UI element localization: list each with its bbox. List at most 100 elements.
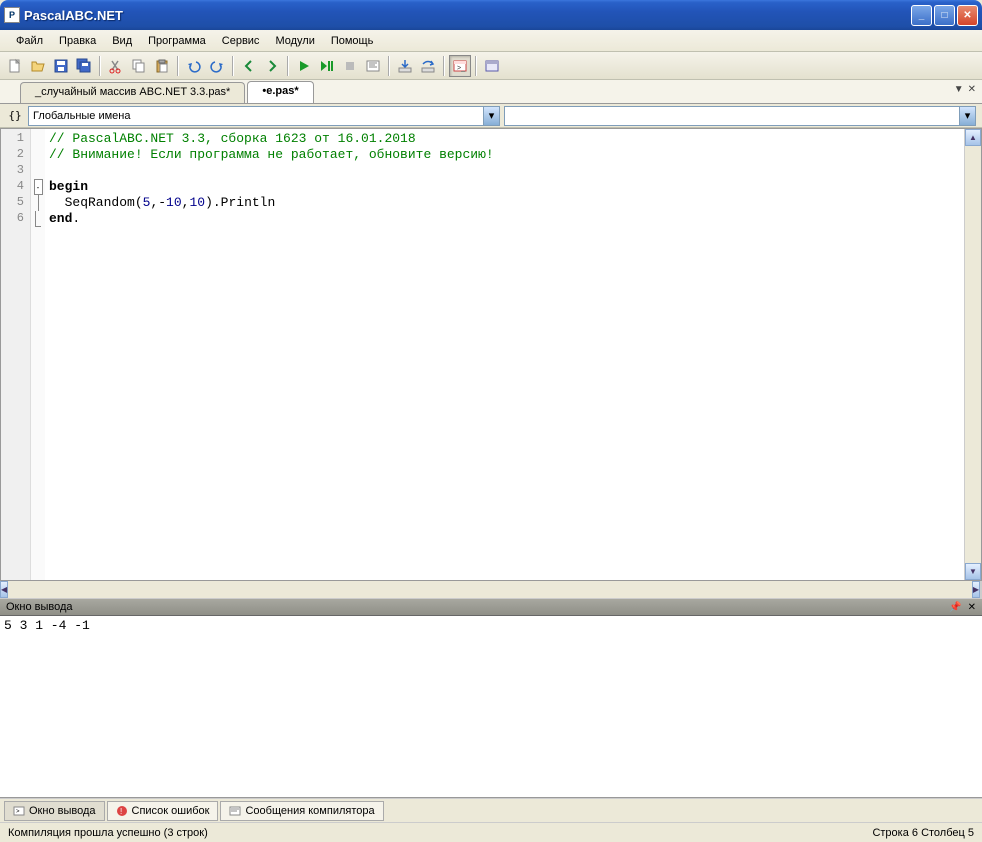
member-combo[interactable]: ▾ <box>504 106 976 126</box>
step-into-button[interactable] <box>394 55 416 77</box>
fold-column: - <box>31 129 45 580</box>
redo-button[interactable] <box>206 55 228 77</box>
paste-button[interactable] <box>151 55 173 77</box>
status-right: Строка 6 Столбец 5 <box>872 827 974 839</box>
toolbar-separator <box>232 56 234 76</box>
code-text: 10 <box>189 195 205 210</box>
tab-file-2[interactable]: •e.pas* <box>247 81 313 103</box>
save-button[interactable] <box>50 55 72 77</box>
close-panel-icon[interactable]: ✕ <box>968 602 976 613</box>
tab-controls: ▼ ✕ <box>954 84 976 95</box>
tab-file-1[interactable]: _случайный массив ABC.NET 3.3.pas* <box>20 82 245 103</box>
tab-compiler-messages[interactable]: Сообщения компилятора <box>220 801 383 821</box>
error-icon: ! <box>116 805 128 817</box>
code-area[interactable]: // PascalABC.NET 3.3, сборка 1623 от 16.… <box>45 129 964 580</box>
menu-help[interactable]: Помощь <box>323 33 382 49</box>
code-text: ,- <box>150 195 166 210</box>
scope-icon: {} <box>6 109 24 122</box>
menubar: Файл Правка Вид Программа Сервис Модули … <box>0 30 982 52</box>
output-icon: > <box>13 805 25 817</box>
menu-service[interactable]: Сервис <box>214 33 268 49</box>
minimize-button[interactable]: _ <box>911 5 932 26</box>
form-designer-button[interactable] <box>481 55 503 77</box>
fold-end <box>35 211 41 227</box>
fold-toggle-icon[interactable]: - <box>34 179 43 195</box>
horizontal-scrollbar[interactable]: ◀ ▶ <box>0 581 982 598</box>
code-text: end <box>49 211 72 226</box>
chevron-down-icon[interactable]: ▾ <box>959 107 975 125</box>
tab-close-icon[interactable]: ✕ <box>968 84 976 95</box>
new-file-button[interactable] <box>4 55 26 77</box>
statusbar: Компиляция прошла успешно (3 строк) Стро… <box>0 822 982 842</box>
code-text: . <box>72 211 80 226</box>
tab-label: Окно вывода <box>29 805 96 817</box>
svg-text:!: ! <box>120 807 122 816</box>
menu-edit[interactable]: Правка <box>51 33 104 49</box>
status-left: Компиляция прошла успешно (3 строк) <box>8 827 872 839</box>
pin-icon[interactable]: 📌 <box>949 602 961 613</box>
scroll-down-icon[interactable]: ▼ <box>965 563 981 580</box>
output-panel-header: Окно вывода 📌 ✕ <box>0 598 982 616</box>
output-panel[interactable]: 5 3 1 -4 -1 <box>0 616 982 798</box>
undo-button[interactable] <box>183 55 205 77</box>
toolbar-separator <box>99 56 101 76</box>
maximize-button[interactable]: □ <box>934 5 955 26</box>
toolbar-separator <box>475 56 477 76</box>
navigate-fwd-button[interactable] <box>261 55 283 77</box>
menu-file[interactable]: Файл <box>8 33 51 49</box>
tab-error-list[interactable]: ! Список ошибок <box>107 801 219 821</box>
window-title: PascalABC.NET <box>24 8 911 23</box>
output-title: Окно вывода <box>6 601 949 613</box>
output-text: 5 3 1 -4 -1 <box>4 618 978 633</box>
window-controls: _ □ ✕ <box>911 5 978 26</box>
menu-program[interactable]: Программа <box>140 33 214 49</box>
tab-output-window[interactable]: > Окно вывода <box>4 801 105 821</box>
close-button[interactable]: ✕ <box>957 5 978 26</box>
cut-button[interactable] <box>105 55 127 77</box>
code-text: begin <box>49 179 88 194</box>
vertical-scrollbar[interactable]: ▲ ▼ <box>964 129 981 580</box>
line-number: 6 <box>1 211 30 227</box>
navigation-bar: {} Глобальные имена ▾ ▾ <box>0 104 982 128</box>
code-text: // PascalABC.NET 3.3, сборка 1623 от 16.… <box>49 131 416 146</box>
scope-text: Глобальные имена <box>33 110 131 122</box>
step-over-button[interactable] <box>417 55 439 77</box>
scroll-right-icon[interactable]: ▶ <box>972 581 980 598</box>
copy-button[interactable] <box>128 55 150 77</box>
run-button[interactable] <box>293 55 315 77</box>
stop-button[interactable] <box>339 55 361 77</box>
navigate-back-button[interactable] <box>238 55 260 77</box>
fold-line <box>38 195 39 211</box>
line-number: 2 <box>1 147 30 163</box>
titlebar: P PascalABC.NET _ □ ✕ <box>0 0 982 30</box>
document-tabs: _случайный массив ABC.NET 3.3.pas* •e.pa… <box>0 80 982 104</box>
code-text: ).Println <box>205 195 275 210</box>
code-text: // Внимание! Если программа не работает,… <box>49 147 494 162</box>
line-number: 3 <box>1 163 30 179</box>
scroll-left-icon[interactable]: ◀ <box>0 581 8 598</box>
svg-text:>_: >_ <box>457 65 465 72</box>
output-window-button[interactable]: >_ <box>449 55 471 77</box>
toolbar-separator <box>287 56 289 76</box>
line-gutter: 1 2 3 4 5 6 <box>1 129 31 580</box>
line-number: 1 <box>1 131 30 147</box>
app-icon: P <box>4 7 20 23</box>
tab-dropdown-icon[interactable]: ▼ <box>954 84 964 95</box>
scope-combo[interactable]: Глобальные имена ▾ <box>28 106 500 126</box>
chevron-down-icon[interactable]: ▾ <box>483 107 499 125</box>
run-no-debug-button[interactable] <box>316 55 338 77</box>
code-editor[interactable]: 1 2 3 4 5 6 - // PascalABC.NET 3.3, сбор… <box>0 128 982 581</box>
code-text: 10 <box>166 195 182 210</box>
code-text: SeqRandom( <box>49 195 143 210</box>
tab-label: Сообщения компилятора <box>245 805 374 817</box>
save-all-button[interactable] <box>73 55 95 77</box>
menu-modules[interactable]: Модули <box>267 33 322 49</box>
line-number: 4 <box>1 179 30 195</box>
code-text <box>49 163 960 179</box>
toolbar-separator <box>443 56 445 76</box>
compile-button[interactable] <box>362 55 384 77</box>
open-file-button[interactable] <box>27 55 49 77</box>
menu-view[interactable]: Вид <box>104 33 140 49</box>
scroll-up-icon[interactable]: ▲ <box>965 129 981 146</box>
bottom-tab-bar: > Окно вывода ! Список ошибок Сообщения … <box>0 798 982 822</box>
